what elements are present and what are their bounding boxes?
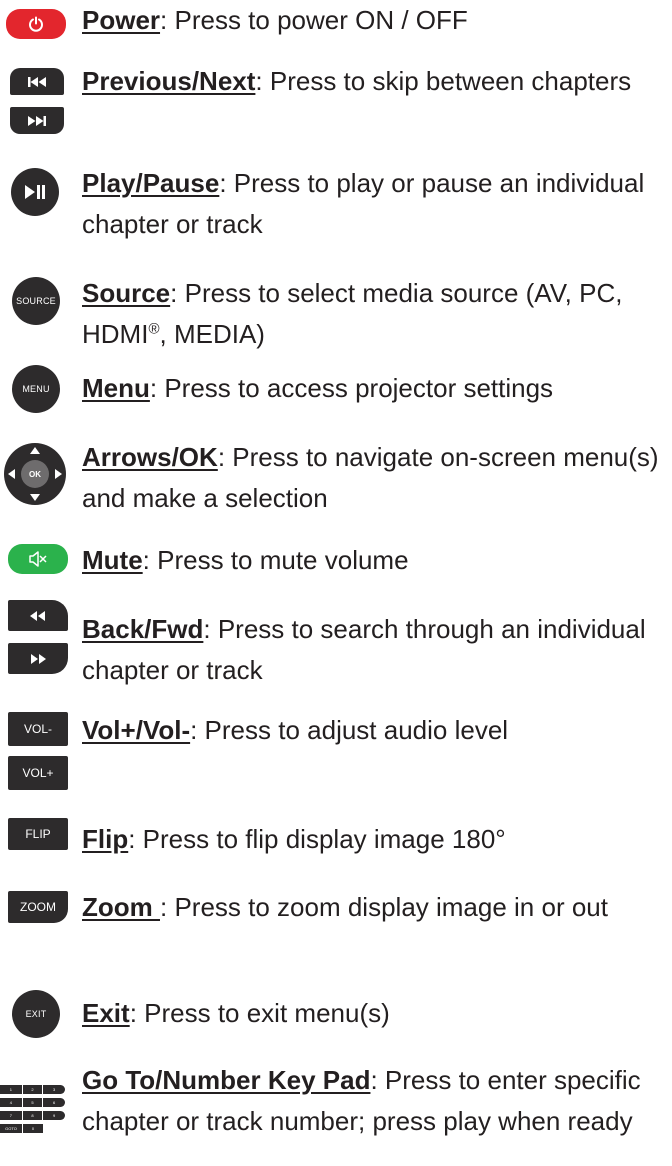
- entry-desc: : Press to skip between chapters: [255, 66, 632, 96]
- entry-term: Play/Pause: [82, 168, 220, 198]
- entry-power: Power: Press to power ON / OFF: [82, 0, 667, 41]
- entry-arrows-ok: Arrows/OK: Press to navigate on-screen m…: [82, 437, 667, 519]
- entry-source: Source: Press to select media source (AV…: [82, 273, 667, 355]
- entry-term: Mute: [82, 545, 143, 575]
- mute-icon: [29, 551, 47, 567]
- number-keypad-icon: 1 2 3 4 5 6 7 8 9 GOTO 0: [0, 1085, 66, 1137]
- entry-term: Go To/Number Key Pad: [82, 1065, 371, 1095]
- entry-term: Power: [82, 5, 161, 35]
- entry-term: Exit: [82, 998, 130, 1028]
- play-pause-icon: [25, 185, 45, 199]
- back-button-icon: [8, 600, 68, 631]
- ok-label: OK: [29, 469, 41, 479]
- menu-button-icon: MENU: [12, 365, 60, 413]
- keypad-key: GOTO: [0, 1124, 22, 1133]
- entry-desc: : Press to power ON / OFF: [160, 5, 468, 35]
- entry-zoom: Zoom : Press to zoom display image in or…: [82, 887, 667, 928]
- entry-desc: : Press to zoom display image in or out: [160, 892, 608, 922]
- entry-desc: : Press to mute volume: [142, 545, 409, 575]
- entry-play-pause: Play/Pause: Press to play or pause an in…: [82, 163, 667, 245]
- entry-term: Source: [82, 278, 171, 308]
- entry-desc: : Press to access projector settings: [149, 373, 554, 403]
- exit-button-icon: EXIT: [12, 990, 60, 1038]
- skip-previous-icon: [28, 76, 46, 87]
- entry-goto-keypad: Go To/Number Key Pad: Press to enter spe…: [82, 1060, 667, 1142]
- arrows-ok-button-icon: OK: [4, 443, 66, 505]
- skip-next-icon: [28, 115, 46, 126]
- entry-exit: Exit: Press to exit menu(s): [82, 993, 667, 1034]
- keypad-key: 3: [43, 1085, 65, 1094]
- keypad-key: 5: [22, 1098, 43, 1107]
- keypad-key: 0: [23, 1124, 43, 1133]
- entry-previous-next: Previous/Next: Press to skip between cha…: [82, 61, 667, 102]
- flip-button-icon: FLIP: [8, 818, 68, 850]
- zoom-button-icon: ZOOM: [8, 891, 68, 923]
- keypad-key: 7: [0, 1111, 22, 1120]
- entry-back-fwd: Back/Fwd: Press to search through an ind…: [82, 609, 667, 691]
- rewind-icon: [30, 610, 45, 621]
- vol-minus-button-icon: VOL-: [8, 712, 68, 746]
- mute-button-icon: [8, 544, 68, 574]
- previous-button-icon: [10, 68, 64, 95]
- keypad-key: 4: [0, 1098, 22, 1107]
- power-button-icon: [6, 9, 66, 39]
- entry-mute: Mute: Press to mute volume: [82, 540, 667, 581]
- keypad-key: 2: [22, 1085, 43, 1094]
- entry-term: Previous/Next: [82, 66, 256, 96]
- entry-flip: Flip: Press to flip display image 180°: [82, 819, 667, 860]
- entry-term: Arrows/OK: [82, 442, 218, 472]
- forward-button-icon: [8, 643, 68, 674]
- entry-desc: : Press to adjust audio level: [190, 715, 509, 745]
- entry-desc: : Press to flip display image 180°: [128, 824, 506, 854]
- entry-term: Zoom: [82, 892, 160, 922]
- entry-menu: Menu: Press to access projector settings: [82, 368, 667, 409]
- entry-vol: Vol+/Vol-: Press to adjust audio level: [82, 710, 667, 751]
- keypad-key: 1: [0, 1085, 22, 1094]
- entry-term: Menu: [82, 373, 150, 403]
- next-button-icon: [10, 107, 64, 134]
- keypad-key: 9: [43, 1111, 65, 1120]
- play-pause-button-icon: [11, 168, 59, 216]
- power-icon: [29, 16, 43, 32]
- keypad-key: 6: [43, 1098, 65, 1107]
- keypad-key: 8: [22, 1111, 43, 1120]
- entry-term: Flip: [82, 824, 129, 854]
- entry-term: Back/Fwd: [82, 614, 204, 644]
- entry-term: Vol+/Vol-: [82, 715, 191, 745]
- registered-mark: ®: [148, 320, 160, 338]
- source-button-icon: SOURCE: [12, 277, 60, 325]
- entry-desc: : Press to exit menu(s): [129, 998, 390, 1028]
- fast-forward-icon: [31, 653, 46, 664]
- entry-desc-tail: , MEDIA): [159, 319, 265, 349]
- vol-plus-button-icon: VOL+: [8, 756, 68, 790]
